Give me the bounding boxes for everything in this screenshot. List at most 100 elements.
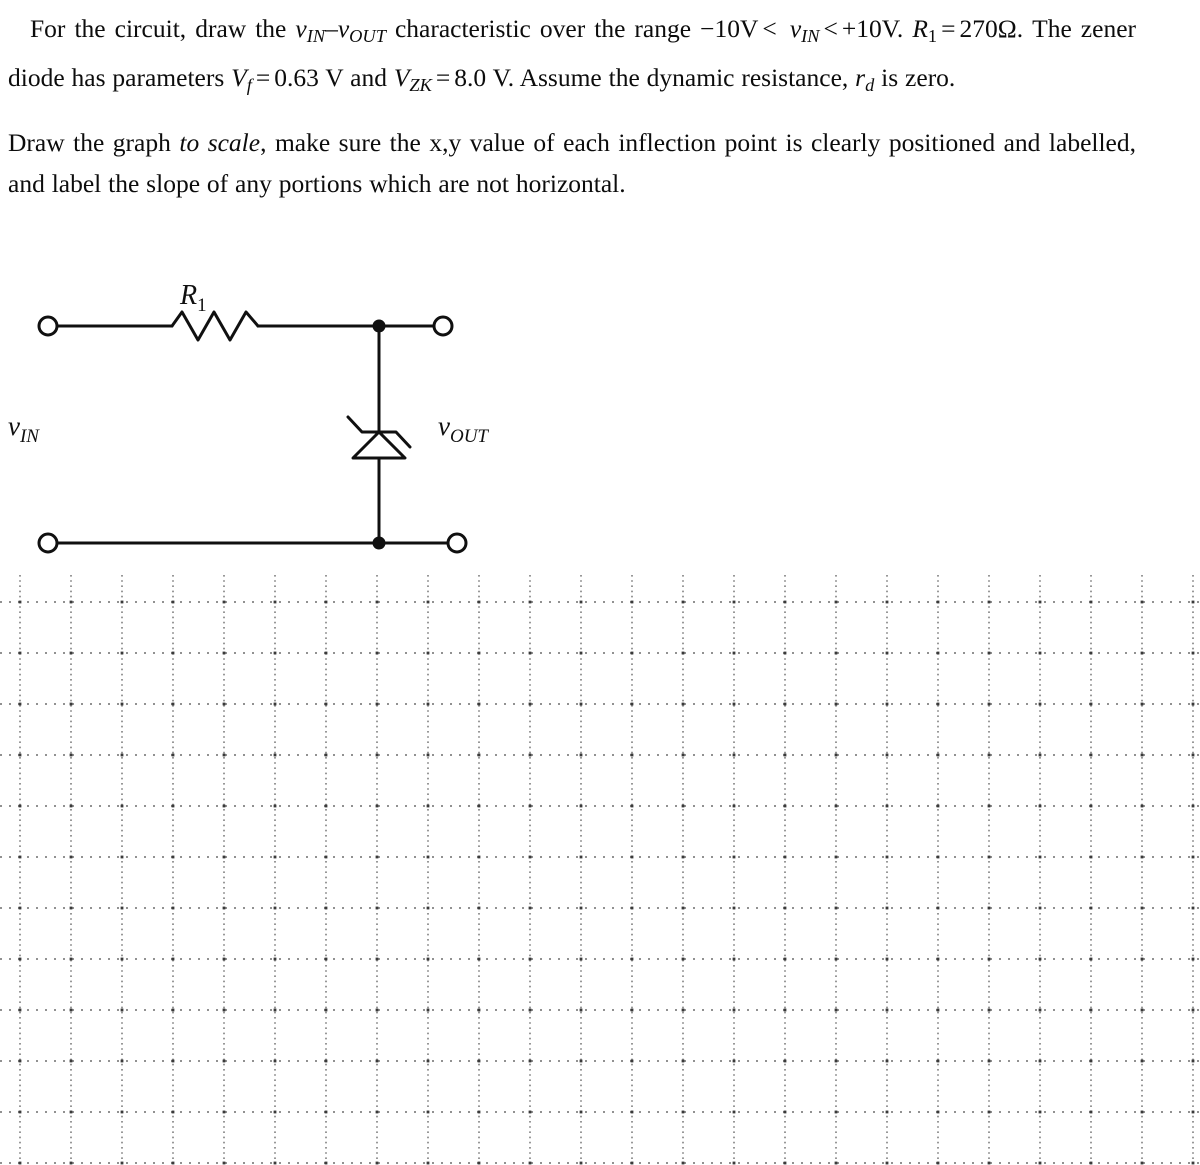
grid-intersection-dot	[630, 906, 634, 910]
grid-intersection-dot	[987, 1059, 991, 1063]
grid-intersection-dot	[936, 753, 940, 757]
grid-intersection-dot	[681, 855, 685, 859]
grid-intersection-dot	[375, 855, 379, 859]
grid-intersection-dot	[579, 906, 583, 910]
grid-intersection-dot	[1140, 1161, 1144, 1165]
grid-intersection-dot	[1038, 651, 1042, 655]
grid-intersection-dot	[528, 1161, 532, 1165]
symbol-v: v	[295, 14, 307, 43]
grid-intersection-dot	[273, 1059, 277, 1063]
grid-intersection-dot	[885, 1059, 889, 1063]
grid-intersection-dot	[579, 600, 583, 604]
grid-intersection-dot	[936, 1110, 940, 1114]
symbol-r: r	[855, 63, 866, 93]
grid-intersection-dot	[1140, 1008, 1144, 1012]
grid-intersection-dot	[1038, 702, 1042, 706]
grid-intersection-dot	[273, 1110, 277, 1114]
grid-intersection-dot	[630, 804, 634, 808]
text-segment: Draw the graph	[8, 128, 180, 158]
grid-intersection-dot	[885, 957, 889, 961]
grid-intersection-dot	[18, 1059, 22, 1063]
problem-statement: For the circuit, draw the vIN–vOUT chara…	[8, 8, 1136, 210]
grid-intersection-dot	[222, 1110, 226, 1114]
grid-intersection-dot	[732, 957, 736, 961]
value-vzk: 8.0 V.	[454, 63, 515, 93]
grid-intersection-dot	[885, 906, 889, 910]
grid-intersection-dot	[528, 702, 532, 706]
grid-intersection-dot	[324, 1059, 328, 1063]
grid-intersection-dot	[681, 804, 685, 808]
vf-expression: Vf = 0.63 V	[231, 63, 343, 95]
grid-intersection-dot	[1191, 906, 1195, 910]
grid-intersection-dot	[18, 957, 22, 961]
grid-intersection-dot	[426, 906, 430, 910]
grid-intersection-dot	[885, 600, 889, 604]
grid-intersection-dot	[477, 1008, 481, 1012]
grid-intersection-dot	[885, 651, 889, 655]
value-270-ohm: 270Ω.	[959, 14, 1024, 43]
grid-intersection-dot	[273, 753, 277, 757]
grid-intersection-dot	[375, 651, 379, 655]
answer-graph-paper[interactable]	[0, 575, 1200, 1165]
grid-intersection-dot	[477, 1059, 481, 1063]
grid-intersection-dot	[681, 1008, 685, 1012]
grid-intersection-dot	[273, 906, 277, 910]
grid-intersection-dot	[783, 1059, 787, 1063]
grid-intersection-dot	[18, 1161, 22, 1165]
grid-intersection-dot	[120, 753, 124, 757]
grid-intersection-dot	[936, 600, 940, 604]
grid-intersection-dot	[783, 1110, 787, 1114]
grid-intersection-dot	[834, 804, 838, 808]
symbol-vin-2: vIN	[789, 14, 820, 46]
grid-intersection-dot	[120, 1110, 124, 1114]
grid-intersection-dot	[1038, 957, 1042, 961]
grid-intersection-dot	[1191, 804, 1195, 808]
grid-intersection-dot	[987, 651, 991, 655]
grid-intersection-dot	[834, 906, 838, 910]
grid-intersection-dot	[1140, 804, 1144, 808]
input-label-symbol: v	[8, 411, 20, 441]
grid-intersection-dot	[834, 1059, 838, 1063]
grid-intersection-dot	[1191, 1161, 1195, 1165]
grid-intersection-dot	[1038, 1110, 1042, 1114]
grid-intersection-dot	[1089, 855, 1093, 859]
grid-intersection-dot	[1089, 753, 1093, 757]
grid-intersection-dot	[1191, 1008, 1195, 1012]
grid-intersection-dot	[375, 906, 379, 910]
grid-intersection-dot	[477, 906, 481, 910]
grid-intersection-dot	[171, 906, 175, 910]
grid-intersection-dot	[120, 804, 124, 808]
symbol-r: R	[912, 14, 928, 43]
operator-lt: <	[823, 14, 838, 43]
grid-intersection-dot	[1140, 651, 1144, 655]
grid-intersection-dot	[426, 1110, 430, 1114]
grid-intersection-dot	[18, 1110, 22, 1114]
output-label-subscript: OUT	[450, 426, 489, 447]
grid-intersection-dot	[222, 702, 226, 706]
grid-intersection-dot	[69, 1161, 73, 1165]
grid-intersection-dot	[885, 1008, 889, 1012]
grid-intersection-dot	[69, 957, 73, 961]
grid-intersection-dot	[936, 702, 940, 706]
text-segment: Assume the dynamic resistance,	[514, 63, 856, 93]
grid-intersection-dot	[1140, 702, 1144, 706]
text-segment: is zero.	[874, 63, 956, 93]
grid-intersection-dot	[528, 651, 532, 655]
grid-intersection-dot	[222, 957, 226, 961]
grid-intersection-dot	[528, 753, 532, 757]
grid-intersection-dot	[1191, 600, 1195, 604]
grid-intersection-dot	[1140, 1110, 1144, 1114]
symbol-v: v	[789, 14, 802, 43]
grid-intersection-dot	[120, 906, 124, 910]
grid-intersection-dot	[1191, 957, 1195, 961]
grid-intersection-dot	[1140, 906, 1144, 910]
symbol-sub-in: IN	[306, 26, 326, 47]
grid-intersection-dot	[1089, 804, 1093, 808]
grid-intersection-dot	[69, 600, 73, 604]
input-terminal-bottom	[37, 532, 59, 554]
grid-intersection-dot	[426, 1059, 430, 1063]
grid-intersection-dot	[171, 600, 175, 604]
grid-intersection-dot	[987, 702, 991, 706]
grid-intersection-dot	[426, 1008, 430, 1012]
symbol-dash: –	[325, 14, 338, 43]
